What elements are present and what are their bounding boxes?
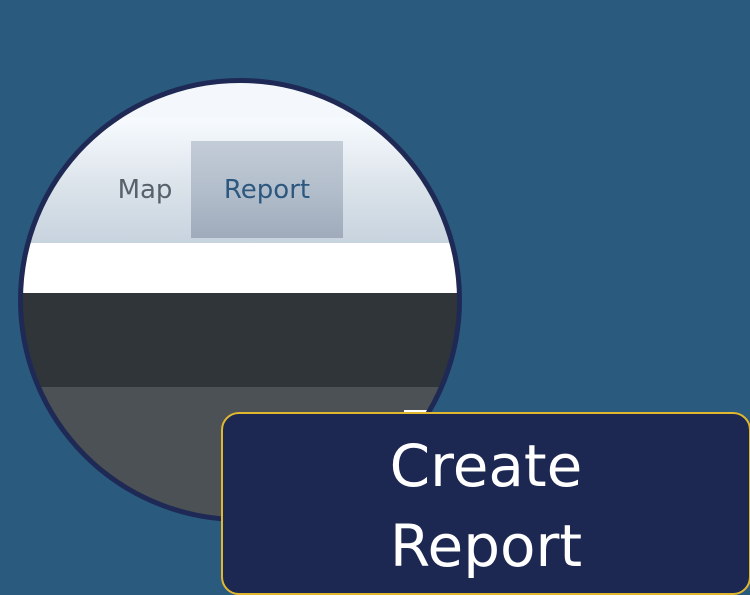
callout-line-2: Report <box>389 511 583 580</box>
tab-map-label: Map <box>117 174 173 205</box>
white-stripe <box>23 243 457 293</box>
create-report-callout: Create Report <box>221 412 750 595</box>
tab-report[interactable]: Report <box>191 141 343 238</box>
dark-toolbar-band <box>23 293 457 387</box>
tab-report-label: Report <box>223 174 311 205</box>
tab-map[interactable]: Map <box>100 141 190 238</box>
nav-top-strip <box>23 83 457 118</box>
callout-line-1: Create <box>389 431 583 500</box>
